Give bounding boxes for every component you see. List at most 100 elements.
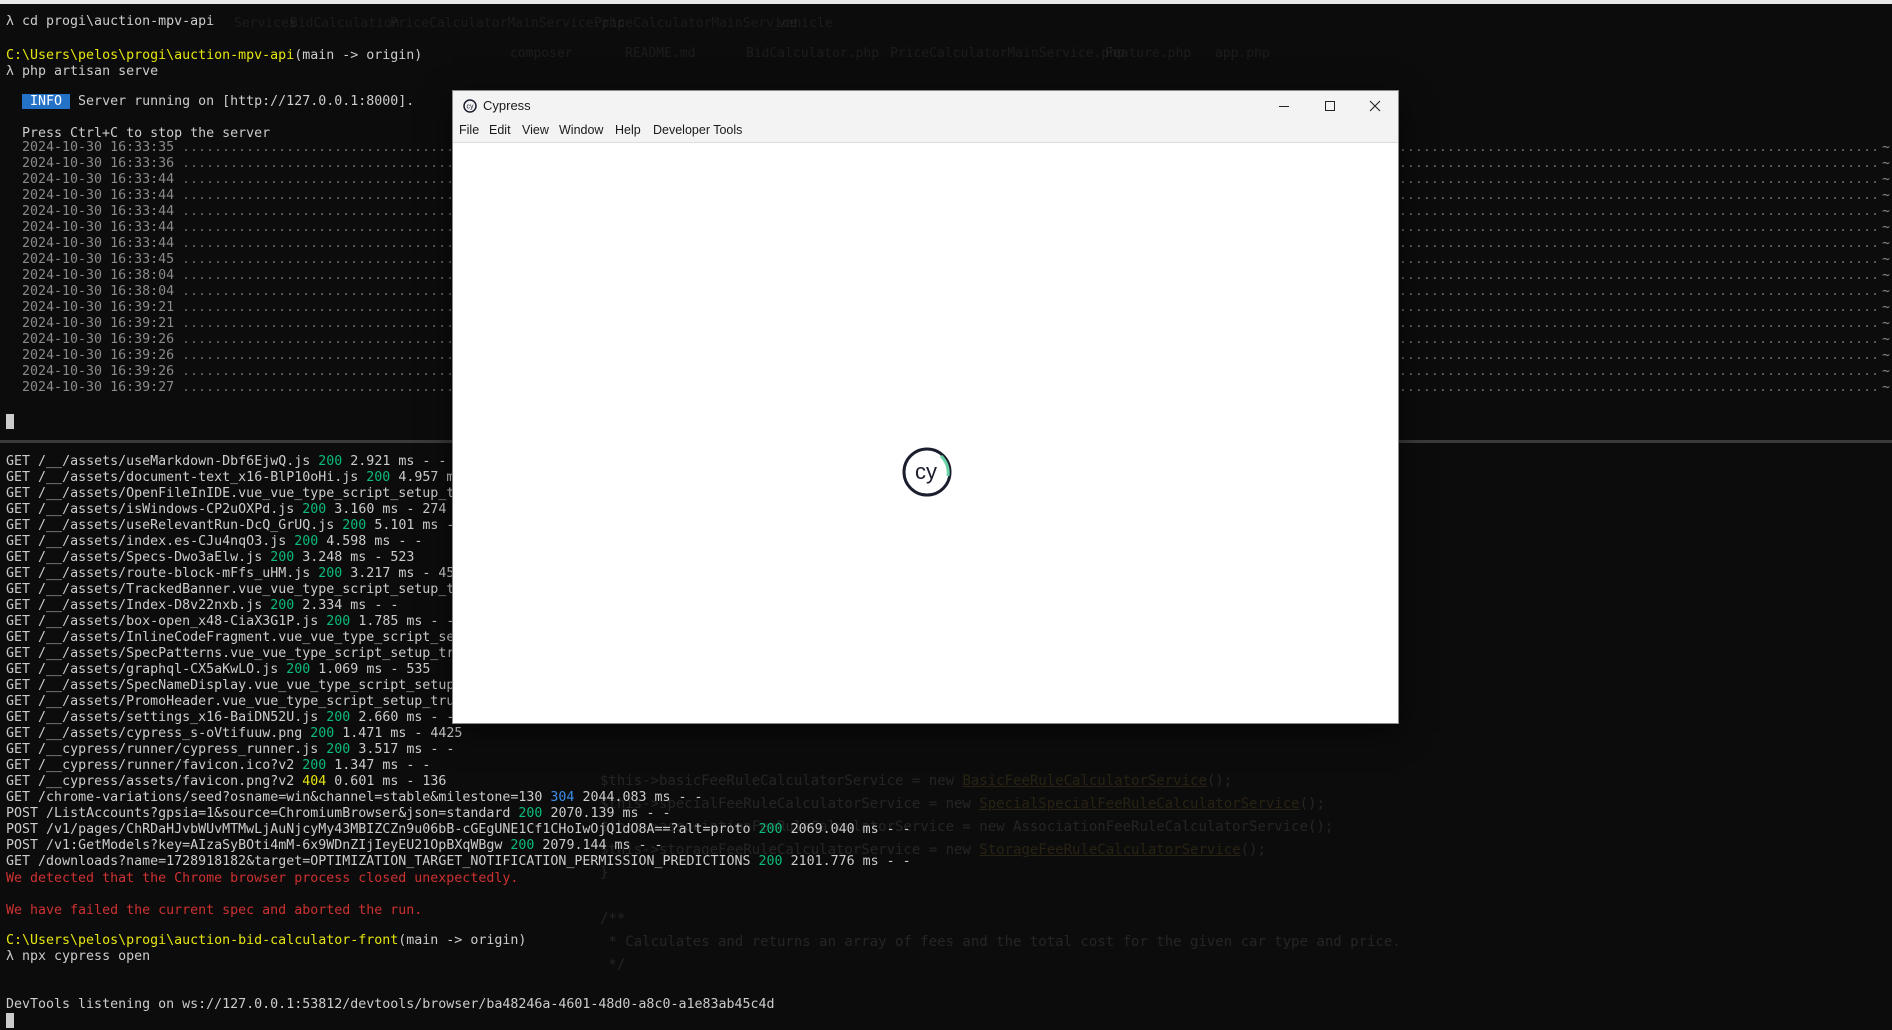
menu-window[interactable]: Window (559, 123, 603, 137)
request-path: /__/assets/box-open_x48-CiaX3G1P.js (38, 614, 319, 629)
log-duration: ~ 0s (1882, 380, 1892, 395)
log-date: 2024-10-30 (22, 316, 103, 331)
log-date: 2024-10-30 (22, 220, 103, 235)
log-time: 16:39:26 (110, 332, 175, 347)
log-time: 16:33:44 (110, 204, 175, 219)
request-timing: 1.785 ms - - (358, 614, 455, 629)
menu-help[interactable]: Help (615, 123, 641, 137)
log-duration: ~ 0s (1882, 332, 1892, 347)
request-status: 404 (302, 774, 327, 789)
log-time: 16:39:21 (110, 300, 175, 315)
log-duration: ~ 1s (1882, 284, 1892, 299)
log-duration: ~ 0s (1882, 204, 1892, 219)
request-row: GET /__/assets/settings_x16-BaiDN52U.js … (6, 710, 454, 726)
maximize-button[interactable] (1307, 91, 1353, 120)
request-method: GET (6, 598, 31, 613)
log-date: 2024-10-30 (22, 204, 103, 219)
request-path: /v1/pages/ChRDaHJvbWUvMTMwLjAuNjcyMy43MB… (46, 822, 751, 837)
request-path: /__cypress/runner/cypress_runner.js (38, 742, 319, 757)
request-path: /__/assets/settings_x16-BaiDN52U.js (38, 710, 319, 725)
request-row: GET /__/assets/cypress_s-oVtifuuw.png 20… (6, 726, 462, 742)
log-duration: ~ 0s (1882, 220, 1892, 235)
request-status: 200 (302, 502, 327, 517)
log-time: 16:33:45 (110, 252, 175, 267)
log-duration: ~ 1s (1882, 300, 1892, 315)
request-status: 200 (318, 454, 343, 469)
cypress-window[interactable]: cy Cypress File Edit View Window Help De… (452, 90, 1399, 724)
log-time: 16:33:44 (110, 236, 175, 251)
request-method: GET (6, 694, 31, 709)
log-time: 16:39:21 (110, 316, 175, 331)
log-date: 2024-10-30 (22, 332, 103, 347)
request-row: GET /__/assets/PromoHeader.vue_vue_type_… (6, 694, 486, 710)
request-method: GET (6, 662, 31, 677)
request-status: 200 (342, 518, 367, 533)
request-timing: 2044.083 ms - - (582, 790, 703, 805)
log-date: 2024-10-30 (22, 236, 103, 251)
log-duration: ~ 1s (1882, 348, 1892, 363)
request-row: GET /__/assets/useRelevantRun-DcQ_GrUQ.j… (6, 518, 470, 534)
request-method: GET (6, 486, 31, 501)
log-time: 16:39:26 (110, 364, 175, 379)
request-timing: 2079.144 ms - - (542, 838, 663, 853)
request-method: GET (6, 614, 31, 629)
svg-text:cy: cy (467, 104, 475, 111)
log-time: 16:39:26 (110, 348, 175, 363)
request-timing: 3.160 ms - 274 (334, 502, 447, 517)
window-titlebar[interactable]: cy Cypress (453, 91, 1398, 120)
log-date: 2024-10-30 (22, 348, 103, 363)
request-method: GET (6, 678, 31, 693)
request-method: GET (6, 742, 31, 757)
request-timing: 3.517 ms - - (358, 742, 455, 757)
server-info-line: INFO Server running on [http://127.0.0.1… (22, 94, 414, 110)
log-duration: ~ 1s (1882, 140, 1892, 155)
request-row: GET /__/assets/InlineCodeFragment.vue_vu… (6, 630, 502, 646)
request-timing: 2.921 ms - - (350, 454, 447, 469)
error-chrome-closed: We detected that the Chrome browser proc… (6, 871, 519, 886)
request-timing: 2101.776 ms - - (790, 854, 911, 869)
request-method: GET (6, 502, 31, 517)
log-time: 16:33:44 (110, 220, 175, 235)
request-method: POST (6, 806, 39, 821)
request-row: GET /__/assets/index.es-CJu4nqO3.js 200 … (6, 534, 422, 550)
menu-file[interactable]: File (459, 123, 479, 137)
request-status: 200 (294, 534, 319, 549)
terminal-cursor-2 (6, 1013, 14, 1029)
request-row: GET /__/assets/Specs-Dwo3aElw.js 200 3.2… (6, 550, 414, 566)
request-row: GET /__/assets/useMarkdown-Dbf6EjwQ.js 2… (6, 454, 446, 470)
request-timing: 1.347 ms - - (334, 758, 431, 773)
request-status: 200 (758, 854, 783, 869)
log-duration: ~ 0s (1882, 172, 1892, 187)
close-button[interactable] (1352, 91, 1398, 120)
window-menubar: File Edit View Window Help Developer Too… (453, 120, 1398, 143)
window-title: Cypress (483, 98, 531, 113)
log-duration: ~ 0s (1882, 268, 1892, 283)
log-date: 2024-10-30 (22, 156, 103, 171)
request-status: 200 (326, 710, 351, 725)
log-time: 16:33:35 (110, 140, 175, 155)
minimize-button[interactable] (1261, 91, 1307, 120)
request-path: /__cypress/runner/favicon.ico?v2 (38, 758, 295, 773)
request-row: GET /__/assets/isWindows-CP2uOXPd.js 200… (6, 502, 446, 518)
log-time: 16:33:36 (110, 156, 175, 171)
request-row: GET /__cypress/runner/favicon.ico?v2 200… (6, 758, 430, 774)
log-duration: ~ 0s (1882, 252, 1892, 267)
request-status: 200 (270, 550, 295, 565)
log-date: 2024-10-30 (22, 268, 103, 283)
request-timing: 2.660 ms - - (358, 710, 455, 725)
log-duration: ~ 0s (1882, 316, 1892, 331)
request-row: POST /v1:GetModels?key=AIzaSyBOti4mM-6x9… (6, 838, 663, 854)
request-path: /chrome-variations/seed?osname=win&chann… (38, 790, 543, 805)
request-path: /__/assets/cypress_s-oVtifuuw.png (38, 726, 303, 741)
request-path: /__/assets/graphql-CX5aKwLO.js (38, 662, 279, 677)
menu-edit[interactable]: Edit (489, 123, 511, 137)
request-method: GET (6, 454, 31, 469)
menu-developer-tools[interactable]: Developer Tools (653, 123, 742, 137)
request-row: GET /__/assets/graphql-CX5aKwLO.js 200 1… (6, 662, 430, 678)
request-method: POST (6, 838, 39, 853)
log-date: 2024-10-30 (22, 364, 103, 379)
request-path: /__/assets/useMarkdown-Dbf6EjwQ.js (38, 454, 311, 469)
request-path: /__/assets/useRelevantRun-DcQ_GrUQ.js (38, 518, 335, 533)
terminal-command-serve: λ php artisan serve (6, 64, 159, 79)
menu-view[interactable]: View (522, 123, 549, 137)
